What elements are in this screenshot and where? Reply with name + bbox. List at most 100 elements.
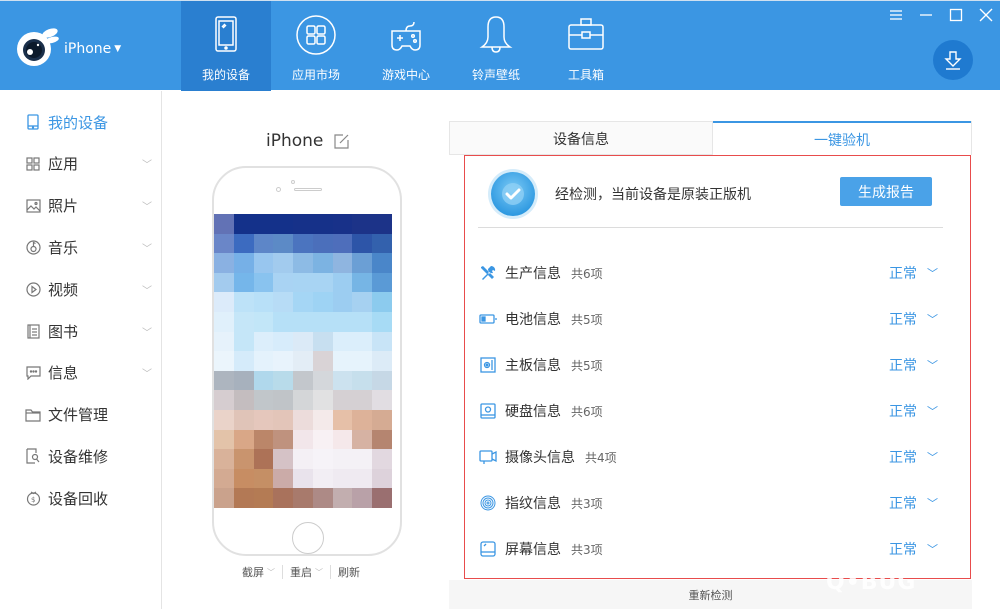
- screen-mosaic-cell: [293, 214, 313, 234]
- screenshot-button[interactable]: 截屏 ﹀: [242, 564, 275, 580]
- verify-item-row[interactable]: 硬盘信息 共6项 正常 ﹀: [479, 398, 957, 424]
- screen-mosaic-cell: [273, 410, 294, 430]
- verify-item-count: 共6项: [571, 266, 603, 281]
- sidebar-item[interactable]: 图书 ﹀: [0, 316, 162, 346]
- bell-icon: [479, 16, 513, 53]
- chevron-down-icon[interactable]: ﹀: [927, 541, 938, 557]
- screen-mosaic-cell: [253, 370, 274, 391]
- maximize-icon[interactable]: [948, 7, 964, 23]
- verify-item-row[interactable]: 电池信息 共5项 正常 ﹀: [479, 306, 957, 332]
- sidebar-item[interactable]: 视频 ﹀: [0, 274, 162, 304]
- chevron-down-icon[interactable]: ﹀: [142, 240, 152, 255]
- recycle-money-icon: $: [25, 490, 41, 506]
- verify-item-status[interactable]: 正常: [889, 263, 917, 283]
- chevron-down-icon[interactable]: ﹀: [142, 324, 152, 339]
- verify-item-row[interactable]: 生产信息 共6项 正常 ﹀: [479, 260, 957, 286]
- chevron-down-icon[interactable]: ﹀: [927, 495, 938, 511]
- nav-toolbox[interactable]: 工具箱: [541, 1, 631, 91]
- verify-item-status[interactable]: 正常: [889, 539, 917, 559]
- sidebar-item[interactable]: 音乐 ﹀: [0, 232, 162, 262]
- screen-mosaic-cell: [332, 214, 353, 234]
- verify-item-status[interactable]: 正常: [889, 401, 917, 421]
- nav-ringtone-wallpaper[interactable]: 铃声壁纸: [451, 1, 541, 91]
- sidebar-item[interactable]: 设备维修: [0, 441, 162, 471]
- device-selector-label: iPhone: [64, 41, 112, 57]
- app-window: iPhone ▼ 我的设备 应用市场 游戏中心 铃声壁纸 工具箱 我的设备 应用…: [0, 0, 1000, 609]
- tab-device-info[interactable]: 设备信息: [450, 122, 713, 155]
- edit-icon[interactable]: [333, 133, 350, 150]
- chevron-down-icon[interactable]: ﹀: [927, 357, 938, 373]
- screen-mosaic-cell: [372, 233, 392, 254]
- screen-mosaic-cell: [332, 233, 353, 254]
- screen-mosaic-cell: [332, 390, 353, 410]
- device-actions: 截屏 ﹀ 重启 ﹀ 刷新: [242, 564, 360, 580]
- screen-mosaic-cell: [253, 390, 274, 410]
- download-manager-button[interactable]: [933, 40, 973, 80]
- verify-item-row[interactable]: 摄像头信息 共4项 正常 ﹀: [479, 444, 957, 470]
- chevron-down-icon[interactable]: ﹀: [142, 365, 152, 380]
- restart-button[interactable]: 重启 ﹀: [290, 564, 323, 580]
- nav-game-center[interactable]: 游戏中心: [361, 1, 451, 91]
- chevron-down-icon[interactable]: ﹀: [142, 198, 152, 213]
- screen-mosaic-cell: [214, 214, 234, 234]
- screen-mosaic-cell: [233, 233, 254, 254]
- tablet-icon: [215, 16, 237, 52]
- screen-mosaic-cell: [273, 429, 294, 450]
- sidebar-item[interactable]: 我的设备: [0, 107, 162, 137]
- verify-item-row[interactable]: 指纹信息 共3项 正常 ﹀: [479, 490, 957, 516]
- verify-item-count: 共4项: [585, 450, 617, 465]
- verify-item-row[interactable]: 屏幕信息 共3项 正常 ﹀: [479, 536, 957, 562]
- recheck-button[interactable]: 重新检测: [689, 587, 733, 603]
- screen-mosaic-cell: [273, 488, 294, 508]
- screen-mosaic-cell: [293, 292, 313, 312]
- sidebar-item[interactable]: 照片 ﹀: [0, 191, 162, 221]
- chevron-down-icon[interactable]: ﹀: [142, 282, 152, 297]
- verify-item-name: 硬盘信息: [505, 404, 561, 420]
- chevron-down-icon[interactable]: ﹀: [927, 449, 938, 465]
- sidebar-item-label: 视频: [48, 280, 79, 299]
- close-icon[interactable]: [978, 7, 994, 23]
- screen-mosaic-cell: [332, 468, 353, 489]
- screen-mosaic-cell: [273, 272, 294, 293]
- verify-item-status[interactable]: 正常: [889, 355, 917, 375]
- chevron-down-icon[interactable]: ﹀: [142, 156, 152, 171]
- screen-mosaic-cell: [214, 272, 234, 293]
- screen-mosaic-cell: [273, 468, 294, 489]
- menu-icon[interactable]: [888, 7, 904, 23]
- nav-app-market[interactable]: 应用市场: [271, 1, 361, 91]
- refresh-button[interactable]: 刷新: [338, 564, 360, 580]
- nav-my-device[interactable]: 我的设备: [181, 1, 271, 91]
- minimize-icon[interactable]: [918, 7, 934, 23]
- chevron-down-icon[interactable]: ﹀: [927, 265, 938, 281]
- screen-mosaic-cell: [293, 468, 313, 489]
- restart-label: 重启: [290, 566, 312, 579]
- sidebar-item-label: 音乐: [48, 238, 79, 257]
- verify-item-status[interactable]: 正常: [889, 447, 917, 467]
- verify-item-row[interactable]: 主板信息 共5项 正常 ﹀: [479, 352, 957, 378]
- tab-one-click-verify[interactable]: 一键验机: [713, 121, 971, 156]
- generate-report-button[interactable]: 生成报告: [840, 177, 932, 206]
- screen-mosaic-cell: [233, 468, 254, 489]
- verify-item-status[interactable]: 正常: [889, 493, 917, 513]
- sidebar-item-label: 应用: [48, 155, 79, 174]
- screen-mosaic-cell: [293, 429, 313, 450]
- download-icon: [944, 51, 962, 70]
- folder-icon: [25, 407, 41, 423]
- screen-mosaic-cell: [352, 449, 373, 469]
- screen-mosaic-cell: [293, 370, 313, 391]
- screen-mosaic-cell: [372, 390, 392, 410]
- sidebar-item[interactable]: $ 设备回收: [0, 483, 162, 513]
- device-selector[interactable]: iPhone ▼: [64, 41, 121, 57]
- screen-mosaic-cell: [352, 272, 373, 293]
- chevron-down-icon[interactable]: ﹀: [927, 311, 938, 327]
- divider: [330, 565, 331, 579]
- screen-mosaic-cell: [352, 370, 373, 391]
- sidebar-item[interactable]: 信息 ﹀: [0, 358, 162, 388]
- info-tabs: 设备信息 一键验机: [449, 121, 972, 156]
- screen-mosaic-cell: [372, 410, 392, 430]
- verify-item-status[interactable]: 正常: [889, 309, 917, 329]
- sidebar-item[interactable]: 应用 ﹀: [0, 149, 162, 179]
- chevron-down-icon[interactable]: ﹀: [927, 403, 938, 419]
- sidebar-item[interactable]: 文件管理: [0, 400, 162, 430]
- battery-icon: [479, 310, 497, 328]
